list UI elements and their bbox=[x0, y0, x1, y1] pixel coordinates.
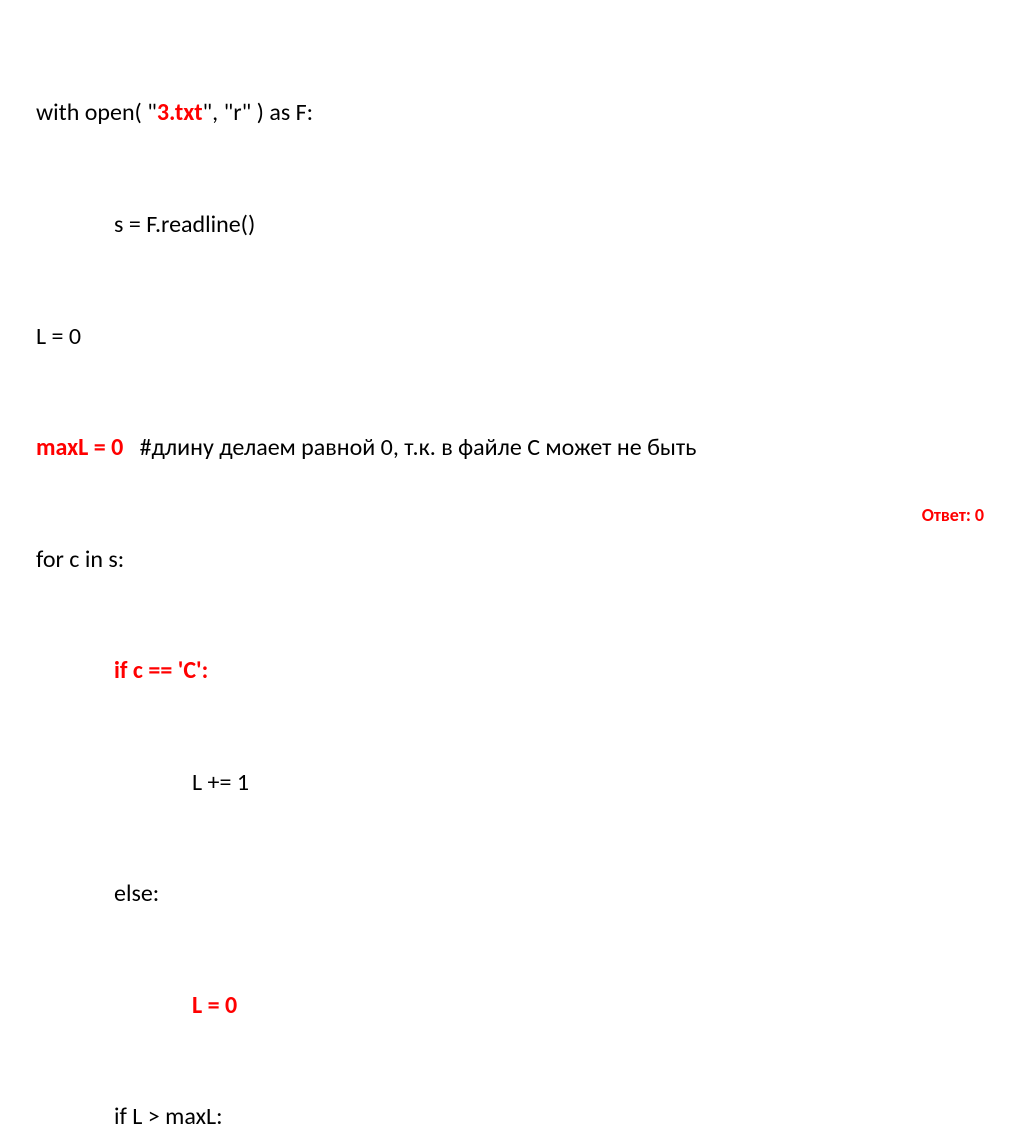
code-line-8: else: bbox=[36, 875, 696, 912]
code-line-1: with open( "3.txt", "r" ) as F: bbox=[36, 94, 696, 131]
comment: #длину делаем равной 0, т.к. в файле C м… bbox=[123, 433, 696, 462]
text: with open( " bbox=[36, 98, 157, 127]
text: ", "r" ) as F: bbox=[203, 98, 314, 127]
code-line-4: maxL = 0 #длину делаем равной 0, т.к. в … bbox=[36, 429, 696, 466]
text: maxL = 0 bbox=[36, 433, 123, 462]
code-line-2: s = F.readline() bbox=[36, 206, 696, 243]
code-line-10: if L > maxL: bbox=[36, 1098, 696, 1135]
code-line-5: for c in s: bbox=[36, 541, 696, 578]
code-line-7: L += 1 bbox=[36, 764, 696, 801]
filename: 3.txt bbox=[157, 98, 203, 127]
code-line-3: L = 0 bbox=[36, 318, 696, 355]
code-line-6: if c == 'C': bbox=[36, 652, 696, 689]
answer-label: Ответ: 0 bbox=[922, 504, 984, 526]
code-line-9: L = 0 bbox=[36, 987, 696, 1024]
code-block: with open( "3.txt", "r" ) as F: s = F.re… bbox=[36, 20, 696, 1148]
